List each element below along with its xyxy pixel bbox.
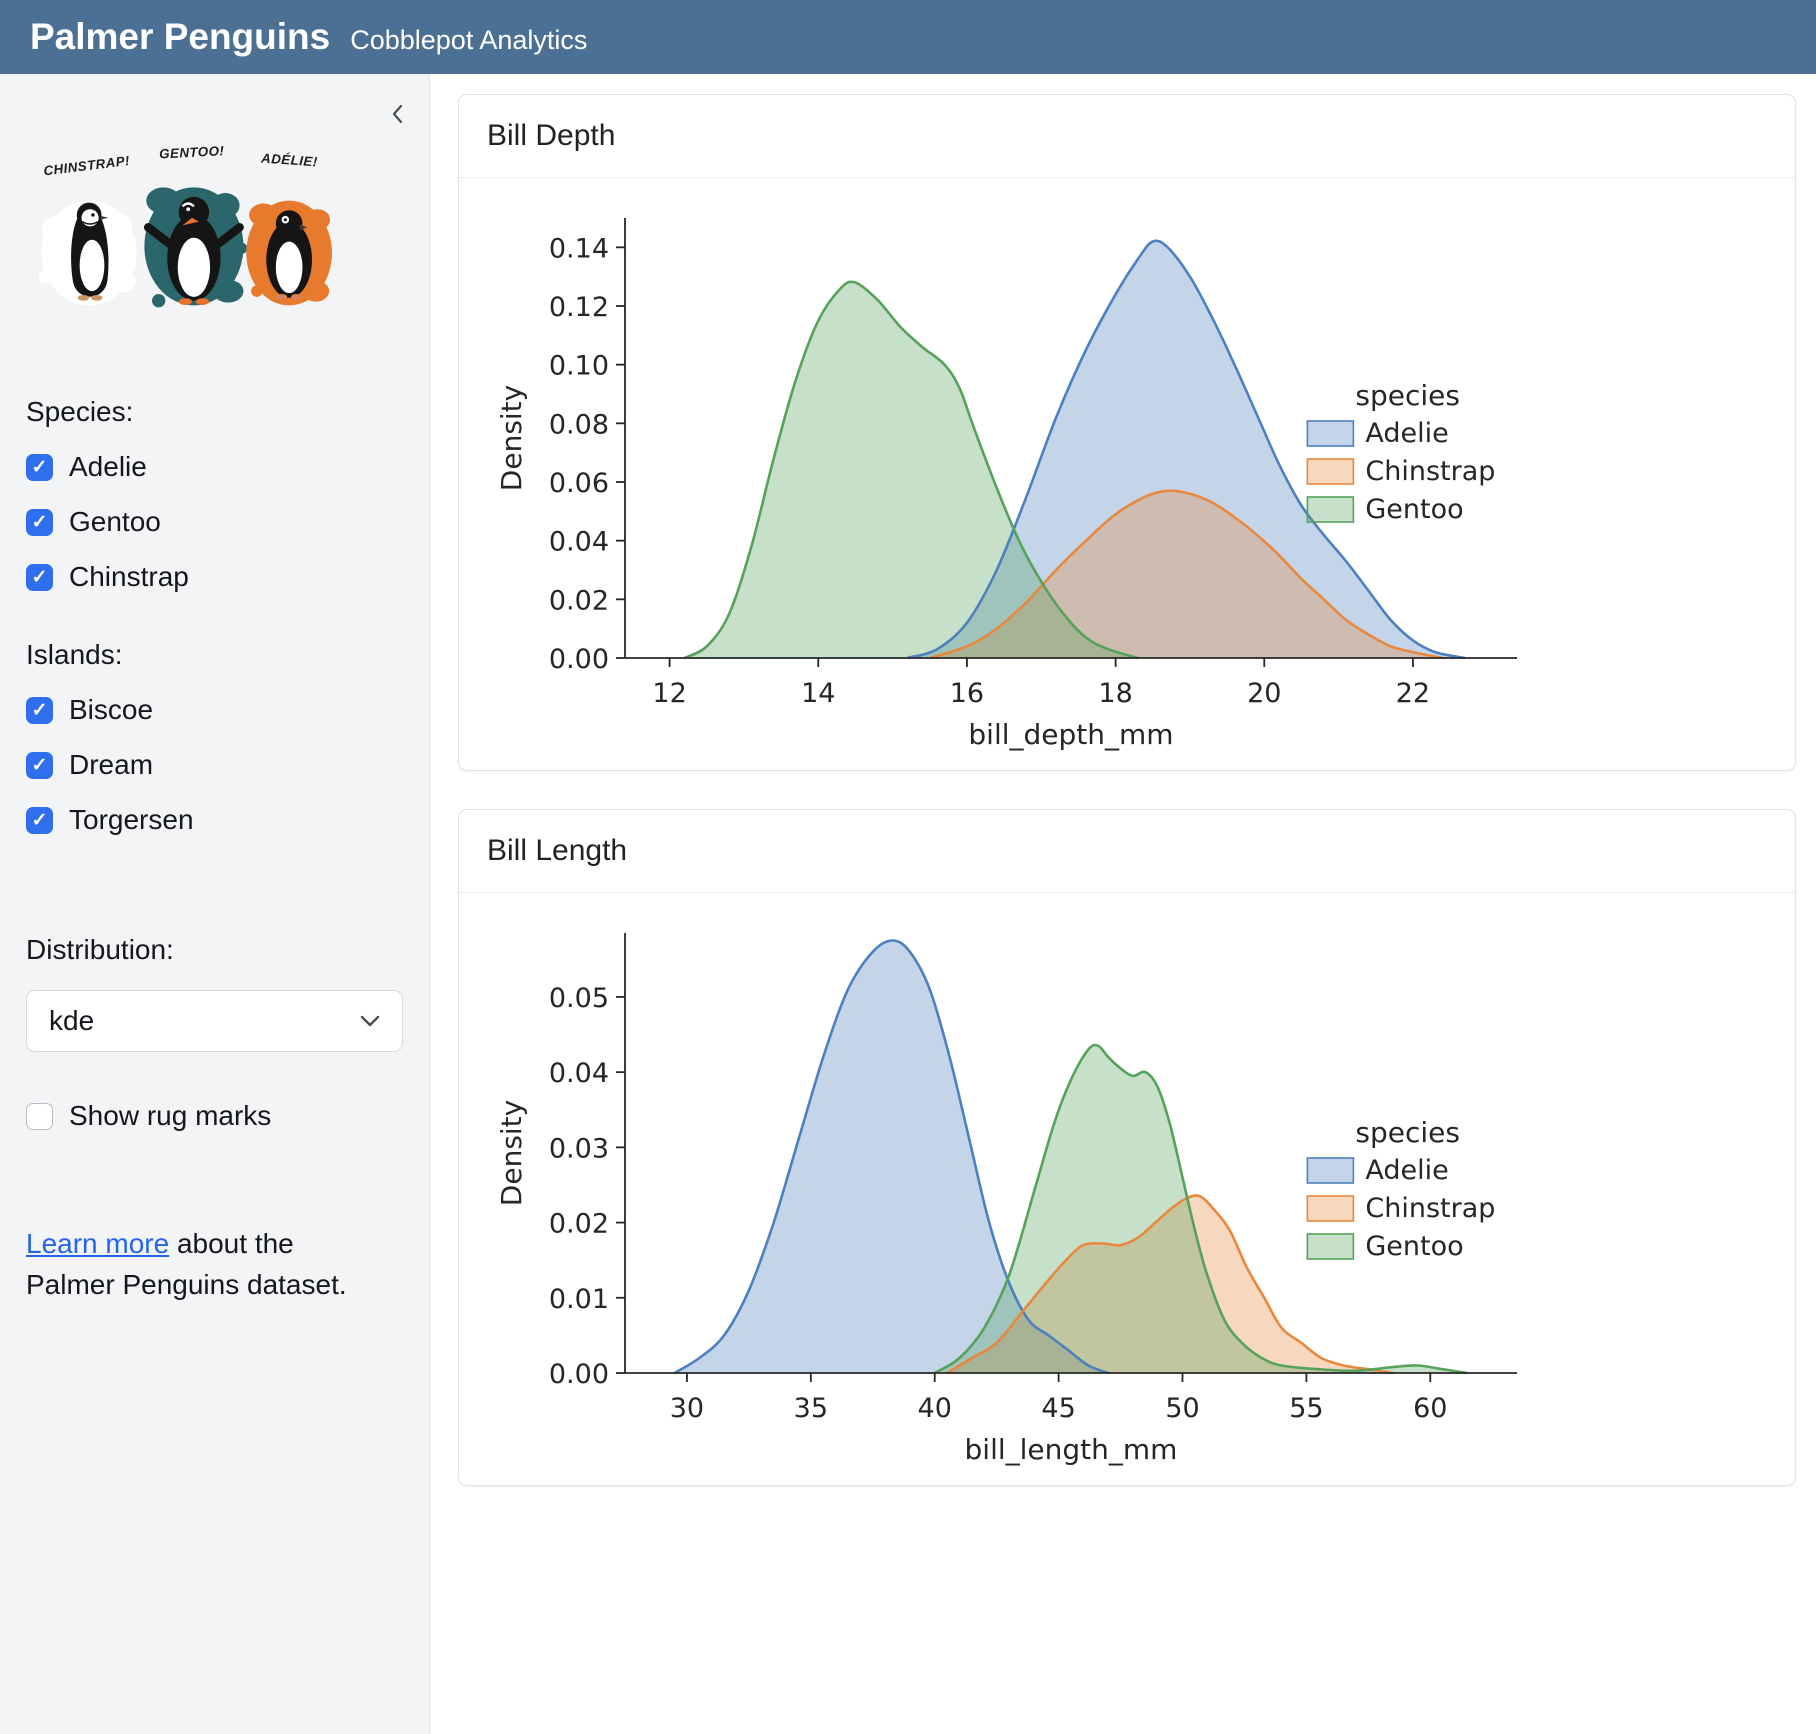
- chevron-down-icon: [360, 1015, 380, 1027]
- svg-text:50: 50: [1165, 1393, 1199, 1424]
- svg-text:16: 16: [950, 678, 984, 709]
- svg-text:20: 20: [1247, 678, 1281, 709]
- app-header: Palmer Penguins Cobblepot Analytics: [0, 0, 1816, 74]
- checkbox-gentoo[interactable]: ✓: [26, 509, 53, 536]
- svg-text:0.10: 0.10: [549, 351, 609, 382]
- svg-text:Adelie: Adelie: [1365, 418, 1448, 449]
- svg-text:Gentoo: Gentoo: [1365, 1231, 1463, 1262]
- svg-text:0.00: 0.00: [549, 1359, 609, 1390]
- svg-text:bill_depth_mm: bill_depth_mm: [968, 718, 1173, 751]
- show-rug-marks-checkbox[interactable]: ✓ Show rug marks: [26, 1100, 403, 1132]
- sidebar: CHINSTRAP! GENTOO! ADÉLIE! Species: ✓ Ad…: [0, 74, 430, 1734]
- islands-checkbox-dream[interactable]: ✓ Dream: [26, 749, 403, 781]
- svg-text:Density: Density: [495, 385, 528, 491]
- species-checkbox-label: Chinstrap: [69, 561, 189, 593]
- species-checkbox-chinstrap[interactable]: ✓ Chinstrap: [26, 561, 403, 593]
- bill-depth-card: Bill Depth 12 14 16 18 20 22 0.00 0.02 0.04 0.06 0…: [458, 94, 1796, 771]
- species-checkbox-gentoo[interactable]: ✓ Gentoo: [26, 506, 403, 538]
- checkbox-adelie[interactable]: ✓: [26, 454, 53, 481]
- svg-text:0.02: 0.02: [549, 1209, 609, 1240]
- checkbox-rug-marks[interactable]: ✓: [26, 1103, 53, 1130]
- svg-text:Adelie: Adelie: [1365, 1155, 1448, 1186]
- app-title: Palmer Penguins: [30, 0, 330, 74]
- checkbox-biscoe[interactable]: ✓: [26, 697, 53, 724]
- svg-text:Chinstrap: Chinstrap: [1365, 1193, 1495, 1224]
- svg-text:0.14: 0.14: [549, 233, 609, 264]
- islands-checkbox-torgersen[interactable]: ✓ Torgersen: [26, 804, 403, 836]
- distribution-select[interactable]: kde: [26, 990, 403, 1052]
- sidebar-collapse-button[interactable]: [381, 96, 415, 135]
- bill-length-card-title: Bill Length: [459, 810, 1795, 893]
- svg-text:60: 60: [1413, 1393, 1447, 1424]
- svg-text:0.05: 0.05: [549, 983, 609, 1014]
- species-section-label: Species:: [26, 396, 403, 428]
- learn-more-link[interactable]: Learn more: [26, 1228, 169, 1259]
- svg-text:0.08: 0.08: [549, 409, 609, 440]
- svg-text:35: 35: [794, 1393, 828, 1424]
- svg-text:12: 12: [652, 678, 686, 709]
- checkbox-chinstrap[interactable]: ✓: [26, 564, 53, 591]
- checkbox-torgersen[interactable]: ✓: [26, 807, 53, 834]
- svg-text:bill_length_mm: bill_length_mm: [965, 1433, 1178, 1466]
- bill-depth-card-body: 12 14 16 18 20 22 0.00 0.02 0.04 0.06 0.08 0.10 0.12…: [459, 178, 1795, 770]
- svg-text:0.02: 0.02: [549, 585, 609, 616]
- check-icon: ✓: [32, 756, 48, 775]
- svg-text:Density: Density: [495, 1100, 528, 1206]
- page-layout: CHINSTRAP! GENTOO! ADÉLIE! Species: ✓ Ad…: [0, 74, 1816, 1734]
- svg-text:45: 45: [1041, 1393, 1075, 1424]
- distribution-select-value: kde: [49, 1005, 94, 1037]
- bill-length-chart: 30 35 40 45 50 55 60 0.00 0.01 0.02 0.03 0.04 0.05 bi…: [475, 905, 1775, 1475]
- adelie-art-label: ADÉLIE!: [260, 150, 319, 169]
- svg-text:0.12: 0.12: [549, 292, 609, 323]
- bill-depth-chart: 12 14 16 18 20 22 0.00 0.02 0.04 0.06 0.08 0.10 0.12…: [475, 190, 1775, 760]
- svg-text:40: 40: [918, 1393, 952, 1424]
- check-icon: ✓: [32, 513, 48, 532]
- species-checkbox-label: Adelie: [69, 451, 147, 483]
- svg-text:30: 30: [670, 1393, 704, 1424]
- distribution-label: Distribution:: [26, 934, 403, 966]
- svg-text:species: species: [1355, 379, 1460, 412]
- svg-text:Chinstrap: Chinstrap: [1365, 456, 1495, 487]
- svg-text:14: 14: [801, 678, 835, 709]
- svg-text:55: 55: [1289, 1393, 1323, 1424]
- bill-length-card-body: 30 35 40 45 50 55 60 0.00 0.01 0.02 0.03 0.04 0.05 bi…: [459, 893, 1795, 1485]
- islands-checkbox-label: Torgersen: [69, 804, 194, 836]
- checkbox-dream[interactable]: ✓: [26, 752, 53, 779]
- bill-depth-card-title: Bill Depth: [459, 95, 1795, 178]
- species-checkbox-adelie[interactable]: ✓ Adelie: [26, 451, 403, 483]
- svg-text:0.00: 0.00: [549, 644, 609, 675]
- svg-text:species: species: [1355, 1116, 1460, 1149]
- bill-length-card: Bill Length 30 35 40 45 50 55 60 0.00 0.01 0.02 0.…: [458, 809, 1796, 1486]
- svg-text:0.04: 0.04: [549, 527, 609, 558]
- svg-text:0.06: 0.06: [549, 468, 609, 499]
- svg-text:22: 22: [1396, 678, 1430, 709]
- app-subtitle: Cobblepot Analytics: [350, 25, 587, 56]
- islands-checkbox-label: Biscoe: [69, 694, 153, 726]
- islands-section-label: Islands:: [26, 639, 403, 671]
- penguins-artwork: CHINSTRAP! GENTOO! ADÉLIE!: [30, 134, 354, 334]
- check-icon: ✓: [32, 568, 48, 587]
- rug-checkbox-label: Show rug marks: [69, 1100, 271, 1132]
- chevron-left-icon: [387, 102, 409, 126]
- species-checkbox-label: Gentoo: [69, 506, 161, 538]
- svg-text:18: 18: [1098, 678, 1132, 709]
- islands-checkbox-label: Dream: [69, 749, 153, 781]
- chinstrap-art-label: CHINSTRAP!: [43, 153, 131, 178]
- svg-text:0.03: 0.03: [549, 1133, 609, 1164]
- main-content: Bill Depth 12 14 16 18 20 22 0.00 0.02 0.04 0.06 0…: [430, 74, 1816, 1734]
- learn-more-text: Learn more about the Palmer Penguins dat…: [26, 1224, 378, 1305]
- svg-text:0.04: 0.04: [549, 1058, 609, 1089]
- check-icon: ✓: [32, 458, 48, 477]
- islands-checkbox-biscoe[interactable]: ✓ Biscoe: [26, 694, 403, 726]
- svg-text:Gentoo: Gentoo: [1365, 494, 1463, 525]
- svg-text:0.01: 0.01: [549, 1284, 609, 1315]
- check-icon: ✓: [32, 701, 48, 720]
- gentoo-art-label: GENTOO!: [159, 143, 225, 161]
- check-icon: ✓: [32, 811, 48, 830]
